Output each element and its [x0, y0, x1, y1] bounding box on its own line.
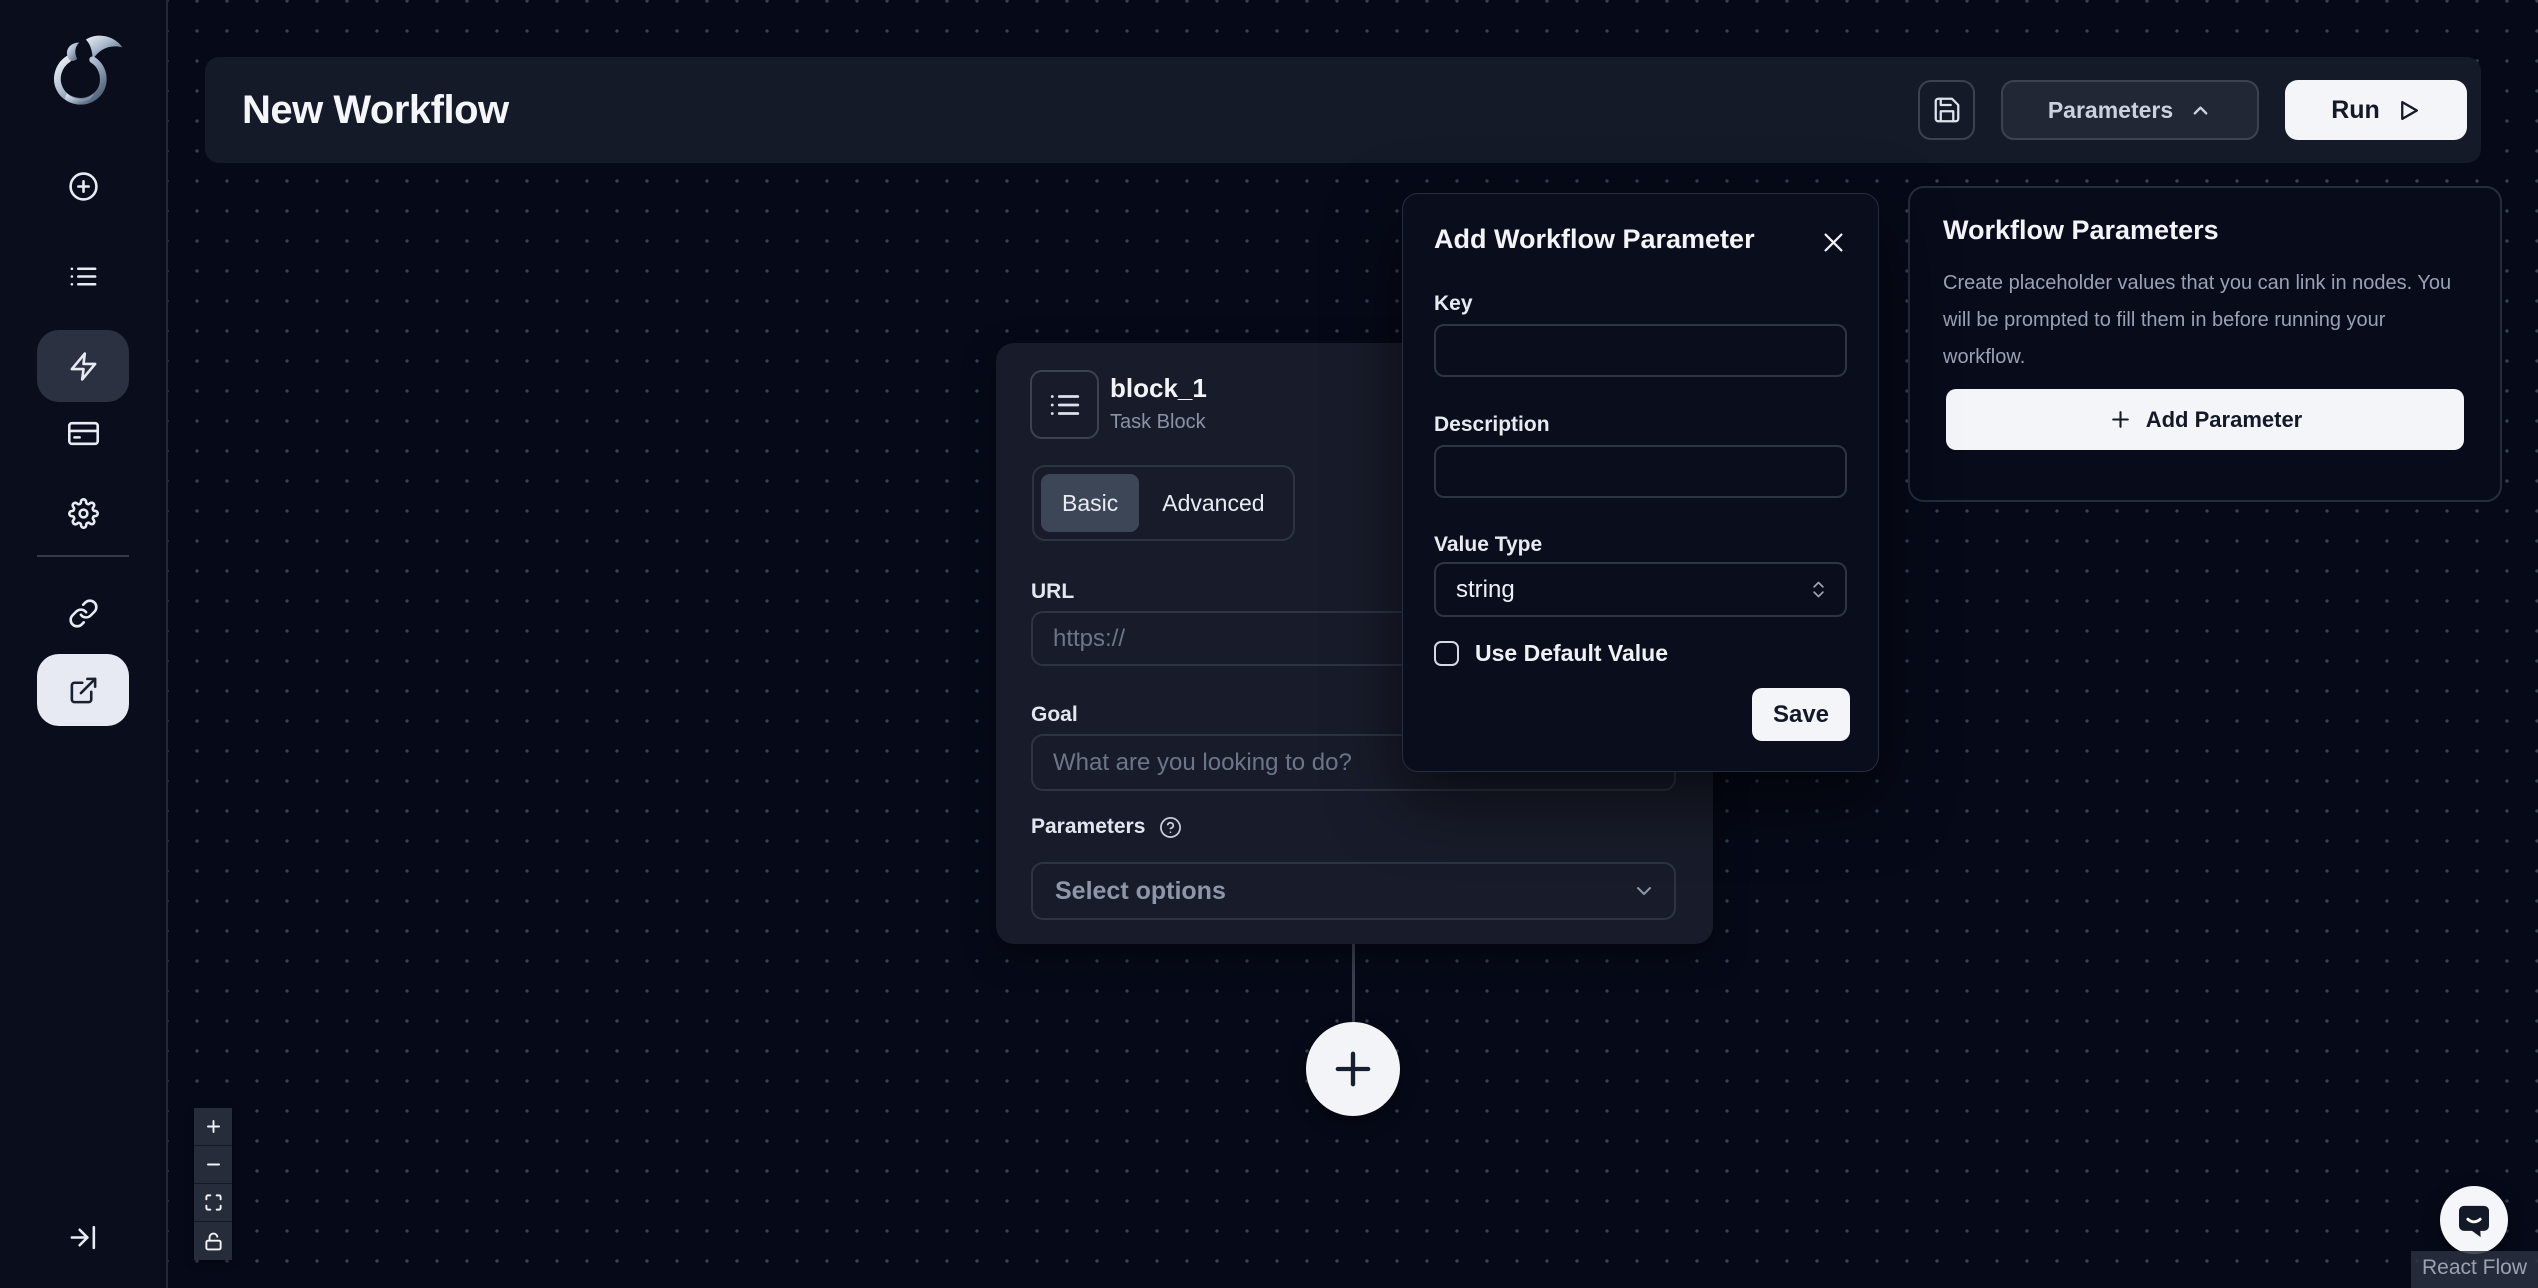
gear-icon [68, 498, 99, 529]
sidebar-item-settings[interactable] [37, 477, 129, 549]
zoom-in-button[interactable] [194, 1108, 232, 1146]
block-icon-box [1030, 370, 1099, 439]
key-input[interactable] [1434, 324, 1847, 377]
save-parameter-button[interactable]: Save [1752, 688, 1850, 741]
workflow-parameters-panel: Workflow Parameters Create placeholder v… [1908, 186, 2502, 502]
header-actions: Parameters Run [1918, 80, 2467, 140]
url-label: URL [1031, 580, 1074, 604]
tab-advanced[interactable]: Advanced [1141, 474, 1285, 532]
key-label: Key [1434, 292, 1473, 316]
sidebar-item-tasks[interactable] [37, 240, 129, 312]
credit-card-icon [68, 418, 99, 449]
save-icon [1932, 95, 1962, 125]
flow-controls [194, 1108, 232, 1260]
add-parameter-modal: Add Workflow Parameter Key Description V… [1402, 193, 1879, 772]
parameters-button-label: Parameters [2048, 97, 2173, 124]
parameters-select[interactable]: Select options [1031, 862, 1676, 920]
use-default-row: Use Default Value [1434, 640, 1668, 667]
use-default-checkbox[interactable] [1434, 641, 1459, 666]
plus-icon [1327, 1043, 1379, 1095]
add-parameter-button[interactable]: Add Parameter [1946, 389, 2464, 450]
play-icon [2396, 98, 2421, 123]
sidebar-item-share[interactable] [37, 654, 129, 726]
block-parameters-row: Parameters [1031, 815, 1182, 839]
maximize-icon [204, 1193, 223, 1212]
skyvern-logo [38, 30, 130, 130]
block-tabs: Basic Advanced [1032, 465, 1295, 541]
modal-title: Add Workflow Parameter [1434, 224, 1755, 255]
sidebar-item-billing[interactable] [37, 397, 129, 469]
chevron-down-icon [1632, 879, 1656, 903]
run-button-label: Run [2331, 96, 2380, 125]
close-icon [1820, 229, 1847, 256]
tab-basic[interactable]: Basic [1041, 474, 1139, 532]
sidebar-item-workflows[interactable] [37, 330, 129, 402]
sidebar [0, 0, 168, 1288]
external-link-icon [68, 675, 99, 706]
modal-close-button[interactable] [1816, 225, 1850, 259]
fit-view-button[interactable] [194, 1184, 232, 1222]
list-icon [1048, 388, 1082, 422]
arrow-right-to-line-icon [68, 1222, 99, 1253]
workflow-header: New Workflow Parameters Run [205, 57, 2481, 163]
lock-icon [204, 1232, 223, 1251]
save-workflow-button[interactable] [1918, 80, 1975, 140]
run-workflow-button[interactable]: Run [2285, 80, 2467, 140]
sidebar-collapse-button[interactable] [37, 1201, 129, 1273]
description-label: Description [1434, 413, 1550, 437]
plus-icon [204, 1117, 223, 1136]
plus-circle-icon [68, 171, 99, 202]
skyvern-workflow-editor: { "colors": { "canvas_bg": "#060a18", "s… [0, 0, 2538, 1288]
react-flow-attribution[interactable]: React Flow [2411, 1251, 2538, 1288]
value-type-selected: string [1456, 576, 1515, 604]
description-input[interactable] [1434, 445, 1847, 498]
sidebar-item-link[interactable] [37, 577, 129, 649]
add-parameter-label: Add Parameter [2146, 407, 2303, 433]
goal-label: Goal [1031, 703, 1078, 727]
chat-bubble-icon [2454, 1200, 2494, 1240]
list-icon [68, 261, 99, 292]
chat-launcher-button[interactable] [2440, 1186, 2508, 1254]
sidebar-divider [37, 555, 129, 557]
use-default-label: Use Default Value [1475, 640, 1668, 667]
block-type-label: Task Block [1110, 411, 1206, 434]
page-title: New Workflow [242, 88, 509, 133]
parameters-label: Parameters [1031, 815, 1145, 839]
sidebar-item-create[interactable] [37, 150, 129, 222]
plus-icon [2108, 407, 2133, 432]
chevron-up-icon [2189, 99, 2212, 122]
node-edge [1352, 942, 1355, 1024]
value-type-label: Value Type [1434, 533, 1542, 557]
minus-icon [204, 1155, 223, 1174]
lock-button[interactable] [194, 1222, 232, 1260]
panel-title: Workflow Parameters [1943, 215, 2219, 246]
parameters-select-placeholder: Select options [1055, 877, 1226, 906]
workflow-canvas[interactable]: New Workflow Parameters Run block_1 Task… [168, 0, 2538, 1288]
link-icon [68, 598, 99, 629]
chevrons-up-down-icon [1808, 579, 1829, 600]
add-node-button[interactable] [1306, 1022, 1400, 1116]
block-title: block_1 [1110, 373, 1207, 404]
parameters-toggle-button[interactable]: Parameters [2001, 80, 2259, 140]
zoom-out-button[interactable] [194, 1146, 232, 1184]
panel-description: Create placeholder values that you can l… [1943, 265, 2467, 376]
help-circle-icon[interactable] [1159, 816, 1182, 839]
value-type-select[interactable]: string [1434, 562, 1847, 617]
zap-icon [68, 351, 99, 382]
